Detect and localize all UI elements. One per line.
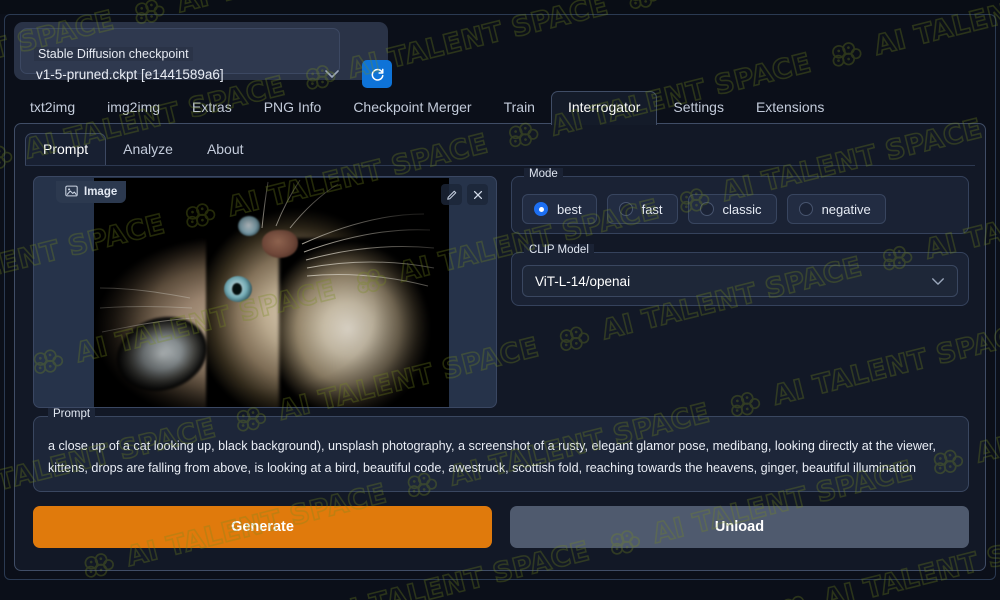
checkpoint-bar: Stable Diffusion checkpoint v1-5-pruned.… — [14, 22, 392, 88]
pencil-icon[interactable] — [441, 184, 462, 205]
prompt-text: a close up of a cat looking up, black ba… — [48, 439, 936, 475]
tab-png-info[interactable]: PNG Info — [248, 92, 338, 124]
mode-radio-best[interactable]: best — [522, 194, 597, 224]
chevron-down-icon[interactable] — [324, 66, 340, 84]
tab-train[interactable]: Train — [488, 92, 551, 124]
settings-column: Mode best fast classic negative CLIP Model … — [511, 168, 969, 306]
sub-tab-bar: Prompt Analyze About — [25, 133, 261, 166]
clip-model-fieldset: CLIP Model ViT-L-14/openai — [511, 244, 969, 306]
image-badge: Image — [56, 181, 127, 203]
radio-indicator-icon[interactable] — [618, 202, 633, 216]
app-window: Stable Diffusion checkpoint v1-5-pruned.… — [0, 0, 1000, 585]
image-icon — [65, 185, 78, 200]
radio-indicator-icon[interactable] — [699, 202, 714, 216]
tab-settings[interactable]: Settings — [657, 92, 740, 124]
uploaded-image — [94, 178, 449, 407]
tab-img2img[interactable]: img2img — [91, 92, 176, 124]
checkpoint-label: Stable Diffusion checkpoint — [34, 47, 193, 61]
image-badge-label: Image — [84, 186, 118, 198]
tab-txt2img[interactable]: txt2img — [14, 92, 91, 124]
clip-model-value: ViT-L-14/openai — [535, 273, 631, 289]
mode-legend: Mode — [524, 168, 563, 180]
window-top-strip — [0, 0, 1000, 14]
mode-radio-label: best — [557, 201, 582, 217]
clip-model-select[interactable]: ViT-L-14/openai — [522, 265, 958, 297]
mode-radio-label: classic — [722, 201, 762, 217]
chevron-down-icon[interactable] — [931, 274, 945, 289]
prompt-legend: Prompt — [48, 408, 96, 420]
sub-tab-divider — [25, 165, 975, 166]
interrogator-panel: Prompt Analyze About Image Mode best fas… — [14, 123, 986, 571]
prompt-output-box[interactable]: Prompt a close up of a cat looking up, b… — [33, 408, 969, 492]
action-buttons: Generate Unload — [33, 506, 969, 548]
image-drop-panel[interactable]: Image — [33, 176, 497, 408]
tab-extensions[interactable]: Extensions — [740, 92, 840, 124]
radio-indicator-icon[interactable] — [534, 202, 548, 216]
subtab-about[interactable]: About — [190, 134, 261, 166]
subtab-prompt[interactable]: Prompt — [25, 133, 107, 166]
tab-content-prompt: Image Mode best fast classic negative CL… — [15, 168, 987, 572]
main-tab-bar: txt2img img2img Extras PNG Info Checkpoint M… — [14, 90, 986, 125]
radio-indicator-icon[interactable] — [798, 202, 813, 216]
mode-radio-label: fast — [641, 201, 663, 217]
mode-fieldset: Mode best fast classic negative — [511, 168, 969, 234]
close-icon[interactable] — [467, 184, 488, 205]
generate-button[interactable]: Generate — [33, 506, 492, 548]
unload-button[interactable]: Unload — [510, 506, 969, 548]
clip-model-legend: CLIP Model — [524, 244, 594, 256]
subtab-analyze[interactable]: Analyze — [106, 134, 190, 166]
image-toolbar — [441, 184, 488, 205]
mode-radio-negative[interactable]: negative — [786, 194, 886, 224]
mode-radio-label: negative — [821, 201, 871, 217]
checkpoint-value: v1-5-pruned.ckpt [e1441589a6] — [36, 67, 224, 82]
tab-interrogator[interactable]: Interrogator — [550, 91, 658, 125]
mode-radio-fast[interactable]: fast — [606, 194, 678, 224]
tab-extras[interactable]: Extras — [176, 92, 248, 124]
refresh-icon[interactable] — [362, 60, 392, 88]
mode-radio-classic[interactable]: classic — [687, 194, 777, 224]
tab-checkpoint-merger[interactable]: Checkpoint Merger — [337, 92, 487, 124]
